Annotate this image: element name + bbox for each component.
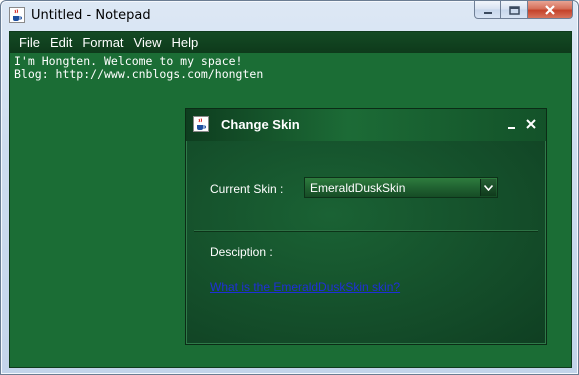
chevron-down-icon[interactable] (480, 179, 496, 196)
dialog-close-icon[interactable] (524, 118, 538, 132)
menu-edit[interactable]: Edit (45, 32, 77, 53)
close-button[interactable] (528, 1, 573, 19)
java-cup-icon (9, 7, 25, 23)
dialog-minimize-icon[interactable] (506, 119, 516, 131)
dialog-title-bar[interactable]: Change Skin (186, 109, 546, 141)
menu-format[interactable]: Format (77, 32, 128, 53)
current-skin-label: Current Skin : (210, 182, 284, 196)
editor-content: I'm Hongten. Welcome to my space! Blog: … (10, 53, 571, 81)
change-skin-dialog: Change Skin Current Skin : EmeraldDuskSk… (185, 108, 547, 345)
skin-select-value: EmeraldDuskSkin (310, 181, 406, 195)
editor-line: Blog: http://www.cnblogs.com/hongten (14, 67, 264, 81)
close-icon (544, 0, 556, 19)
menu-bar: File Edit Format View Help (10, 32, 571, 53)
menu-help[interactable]: Help (166, 32, 203, 53)
screen: Untitled - Notepad File Edit Format View… (0, 0, 579, 375)
maximize-button[interactable] (501, 1, 528, 19)
skin-select[interactable]: EmeraldDuskSkin (304, 177, 498, 198)
maximize-icon (508, 0, 520, 19)
dialog-title: Change Skin (221, 117, 300, 132)
minimize-icon (483, 0, 493, 19)
java-cup-icon (193, 116, 209, 132)
divider (194, 230, 538, 232)
window-controls (474, 1, 573, 21)
description-link[interactable]: What is the EmeraldDuskSkin skin? (210, 280, 400, 294)
minimize-button[interactable] (474, 1, 501, 19)
description-label: Desciption : (210, 245, 273, 259)
menu-file[interactable]: File (14, 32, 45, 53)
menu-view[interactable]: View (129, 32, 167, 53)
window-title: Untitled - Notepad (31, 8, 151, 23)
title-bar[interactable]: Untitled - Notepad (1, 1, 579, 31)
